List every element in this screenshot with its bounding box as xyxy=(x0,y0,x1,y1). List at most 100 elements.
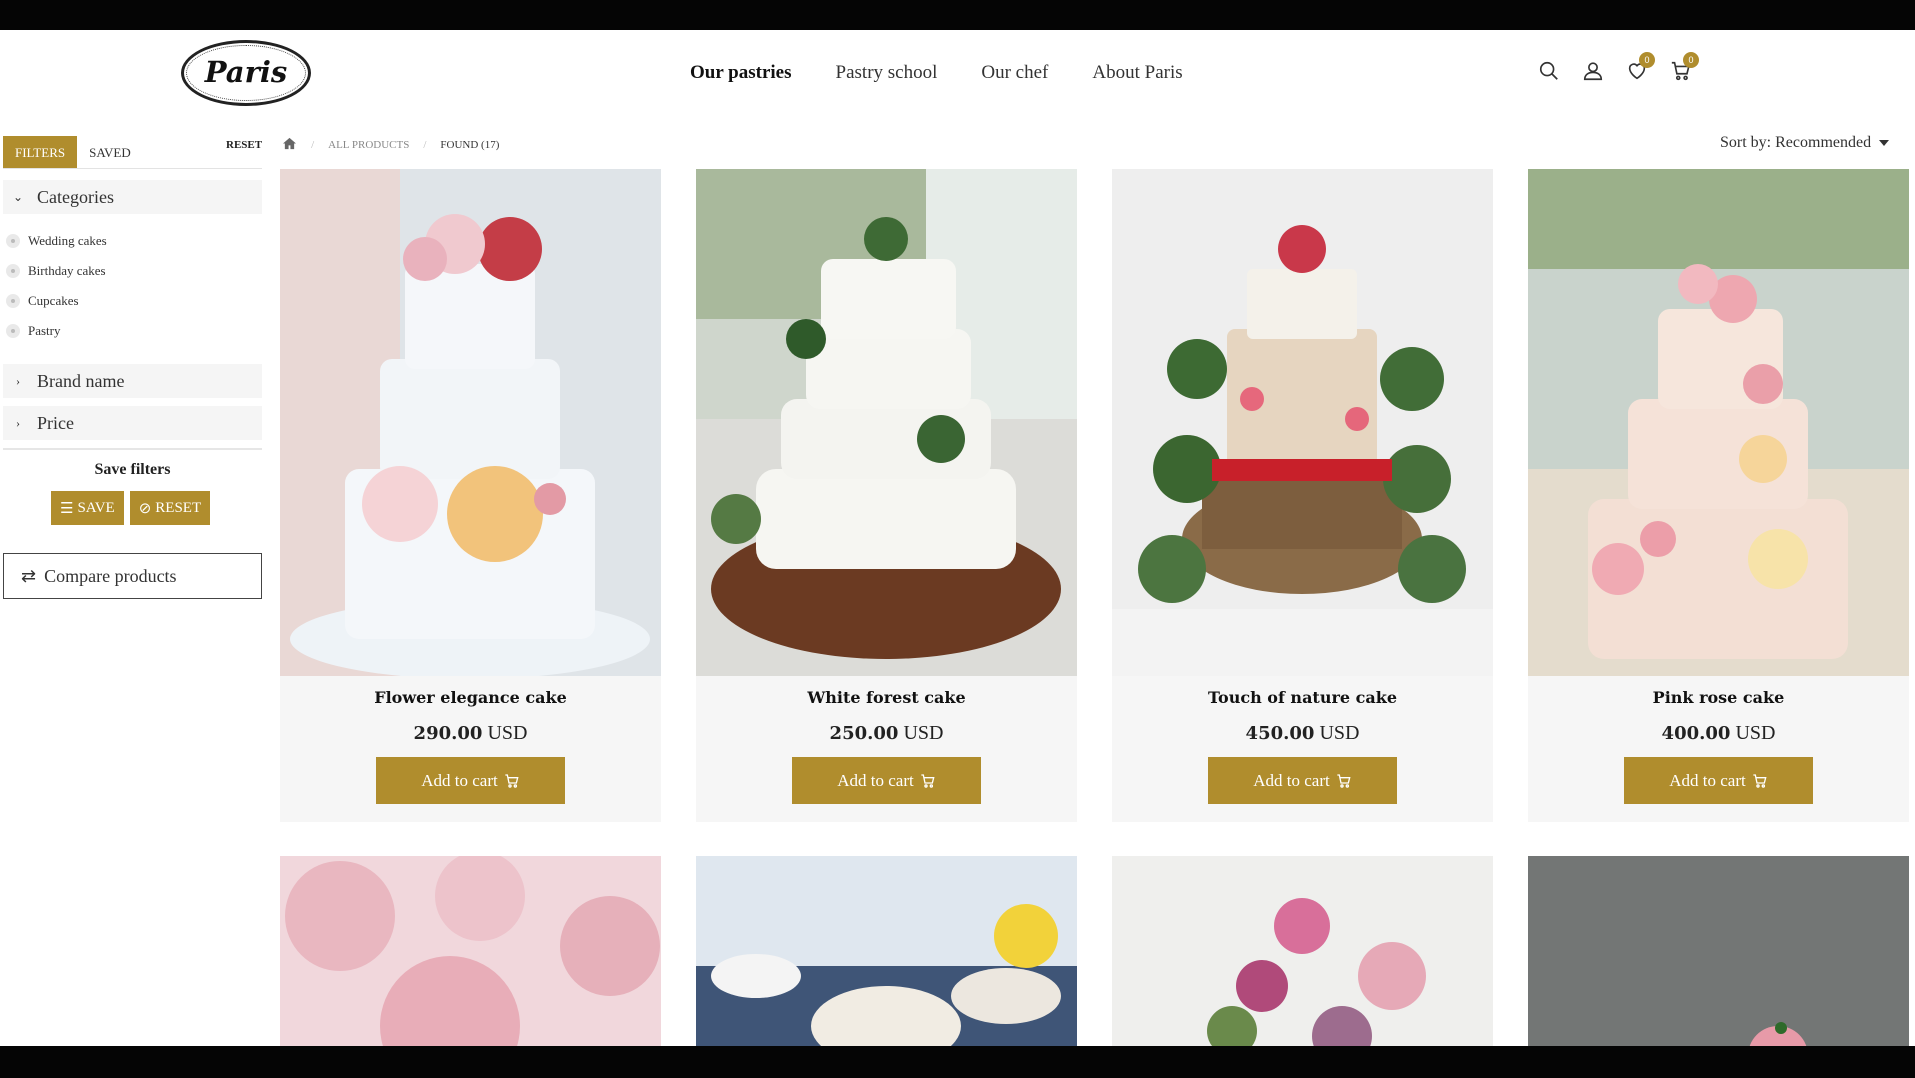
category-label: Pastry xyxy=(28,323,61,338)
breadcrumb-reset[interactable]: RESET xyxy=(226,139,262,151)
radio-icon xyxy=(6,294,20,308)
product-card[interactable]: Pink rose cake 400.00 USD Add to cart xyxy=(1528,169,1909,822)
bottom-black-bar xyxy=(0,1046,1915,1078)
reset-button[interactable]: ⊘ RESET xyxy=(129,491,211,525)
save-filters-heading: Save filters xyxy=(94,461,171,478)
facet-brand-label: Brand name xyxy=(37,370,125,391)
nav-our-pastries[interactable]: Our pastries xyxy=(690,62,792,84)
category-cupcakes[interactable]: Cupcakes xyxy=(6,286,256,316)
category-birthday-cakes[interactable]: Birthday cakes xyxy=(6,256,256,286)
sort-dropdown[interactable]: Sort by: Recommended xyxy=(1720,134,1890,152)
product-title[interactable]: Flower elegance cake xyxy=(280,688,661,707)
product-image[interactable] xyxy=(280,856,661,1046)
facet-price-label: Price xyxy=(37,412,74,433)
top-black-bar xyxy=(0,0,1915,30)
home-icon[interactable] xyxy=(282,137,297,153)
sort-label: Sort by: Recommended xyxy=(1720,134,1872,151)
add-to-cart-label: Add to cart xyxy=(837,770,914,790)
product-image[interactable] xyxy=(1528,856,1909,1046)
product-title[interactable]: Touch of nature cake xyxy=(1112,688,1493,707)
product-image[interactable] xyxy=(696,169,1077,676)
price-value: 450.00 xyxy=(1245,723,1315,744)
cart-icon xyxy=(921,773,935,788)
product-image[interactable] xyxy=(280,169,661,676)
radio-icon xyxy=(6,264,20,278)
price-currency: USD xyxy=(487,722,528,744)
cart-icon xyxy=(505,773,519,788)
product-card[interactable]: Touch of nature cake 450.00 USD Add to c… xyxy=(1112,169,1493,822)
page: Paris Our pastries Pastry school Our che… xyxy=(0,30,1915,1046)
radio-icon xyxy=(6,234,20,248)
product-image[interactable] xyxy=(1528,169,1909,676)
user-icon[interactable] xyxy=(1582,60,1604,84)
cart-icon xyxy=(1337,773,1351,788)
facet-categories[interactable]: ⌄ Categories xyxy=(3,180,262,214)
product-price: 290.00 USD xyxy=(280,722,661,745)
add-to-cart-button[interactable]: Add to cart xyxy=(792,757,981,804)
product-title[interactable]: Pink rose cake xyxy=(1528,688,1909,707)
category-label: Cupcakes xyxy=(28,293,79,308)
breadcrumb-all-products[interactable]: ALL PRODUCTS xyxy=(328,139,409,151)
ban-icon: ⊘ xyxy=(138,500,152,517)
main-nav: Our pastries Pastry school Our chef Abou… xyxy=(690,62,1183,84)
product-image[interactable] xyxy=(696,856,1077,1046)
product-price: 450.00 USD xyxy=(1112,722,1493,745)
product-price: 250.00 USD xyxy=(696,722,1077,745)
facet-brand-name[interactable]: › Brand name xyxy=(3,364,262,398)
product-image[interactable] xyxy=(1112,169,1493,676)
price-currency: USD xyxy=(1319,722,1360,744)
chevron-right-icon: › xyxy=(16,373,20,388)
add-to-cart-label: Add to cart xyxy=(1669,770,1746,790)
nav-our-chef[interactable]: Our chef xyxy=(981,62,1048,84)
price-currency: USD xyxy=(903,722,944,744)
cart-icon[interactable]: 0 xyxy=(1670,52,1699,84)
header-icons: 0 0 xyxy=(1538,52,1699,84)
compare-products-label: Compare products xyxy=(44,565,177,586)
logo-text: Paris xyxy=(204,55,288,89)
facet-price[interactable]: › Price xyxy=(3,406,262,440)
nav-about-paris[interactable]: About Paris xyxy=(1092,62,1182,84)
add-to-cart-label: Add to cart xyxy=(421,770,498,790)
breadcrumb-separator: / xyxy=(311,139,315,151)
list-icon: ☰ xyxy=(60,500,74,517)
price-currency: USD xyxy=(1735,722,1776,744)
breadcrumb-separator: / xyxy=(423,139,427,151)
category-wedding-cakes[interactable]: Wedding cakes xyxy=(6,226,256,256)
save-filter-buttons: ☰ SAVE ⊘ RESET xyxy=(51,491,211,525)
chevron-right-icon: › xyxy=(16,415,20,430)
category-label: Wedding cakes xyxy=(28,233,107,248)
logo[interactable]: Paris xyxy=(181,40,311,106)
price-value: 400.00 xyxy=(1661,723,1731,744)
add-to-cart-button[interactable]: Add to cart xyxy=(376,757,565,804)
divider xyxy=(3,448,262,450)
product-title[interactable]: White forest cake xyxy=(696,688,1077,707)
radio-icon xyxy=(6,324,20,338)
wishlist-count-badge: 0 xyxy=(1639,52,1655,68)
add-to-cart-button[interactable]: Add to cart xyxy=(1624,757,1813,804)
save-button-label: SAVE xyxy=(77,499,115,516)
product-card[interactable]: Flower elegance cake 290.00 USD Add to c… xyxy=(280,169,661,822)
heart-icon[interactable]: 0 xyxy=(1626,52,1655,84)
breadcrumb: RESET / ALL PRODUCTS / FOUND (17) xyxy=(226,137,499,153)
add-to-cart-label: Add to cart xyxy=(1253,770,1330,790)
product-card[interactable]: White forest cake 250.00 USD Add to cart xyxy=(696,169,1077,822)
search-icon[interactable] xyxy=(1538,60,1560,84)
product-price: 400.00 USD xyxy=(1528,722,1909,745)
price-value: 250.00 xyxy=(829,723,899,744)
compare-products-button[interactable]: ⇄ Compare products xyxy=(3,553,262,599)
chevron-down-icon: ⌄ xyxy=(12,189,24,204)
sidebar-tabs: FILTERS SAVED xyxy=(3,136,262,169)
product-image[interactable] xyxy=(1112,856,1493,1046)
price-value: 290.00 xyxy=(413,723,483,744)
cart-icon xyxy=(1753,773,1767,788)
category-pastry[interactable]: Pastry xyxy=(6,316,256,346)
tab-saved[interactable]: SAVED xyxy=(77,136,143,168)
cart-count-badge: 0 xyxy=(1683,52,1699,68)
save-button[interactable]: ☰ SAVE xyxy=(51,491,124,525)
facet-categories-label: Categories xyxy=(37,186,114,207)
nav-pastry-school[interactable]: Pastry school xyxy=(836,62,938,84)
tab-filters[interactable]: FILTERS xyxy=(3,136,78,168)
category-label: Birthday cakes xyxy=(28,263,106,278)
add-to-cart-button[interactable]: Add to cart xyxy=(1208,757,1397,804)
category-list: Wedding cakes Birthday cakes Cupcakes Pa… xyxy=(6,226,256,346)
